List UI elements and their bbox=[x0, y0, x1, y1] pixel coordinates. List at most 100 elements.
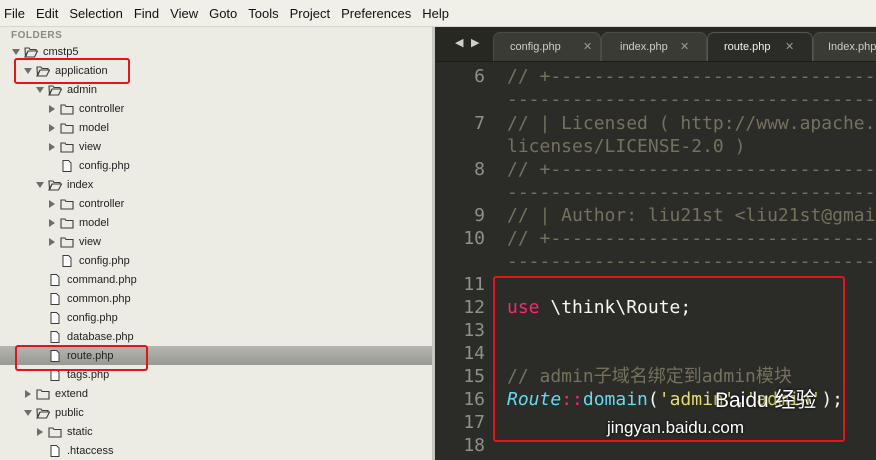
line-number: 9 bbox=[474, 205, 485, 226]
close-icon[interactable]: ✕ bbox=[583, 40, 592, 53]
code-line[interactable]: // +------------------------------------… bbox=[507, 227, 876, 250]
tree-item-label: command.php bbox=[67, 273, 137, 286]
collapsed-arrow-icon[interactable] bbox=[24, 389, 32, 398]
tree-item-label: config.php bbox=[79, 254, 130, 267]
collapsed-arrow-icon[interactable] bbox=[48, 123, 56, 132]
folder-open-icon bbox=[48, 84, 62, 96]
expanded-arrow-icon[interactable] bbox=[36, 86, 44, 94]
folder-open-icon bbox=[24, 46, 38, 58]
folder-icon bbox=[60, 122, 74, 134]
code-line[interactable]: ------------------------------------ bbox=[507, 88, 876, 111]
tree-folder[interactable]: view bbox=[0, 137, 432, 156]
line-number: 8 bbox=[474, 159, 485, 180]
tree-folder[interactable]: index bbox=[0, 175, 432, 194]
code-line[interactable]: // | Licensed ( http://www.apache.org/ bbox=[507, 112, 876, 135]
expanded-arrow-icon[interactable] bbox=[12, 48, 20, 56]
tree-folder[interactable]: static bbox=[0, 422, 432, 441]
tab-label: Index.php bbox=[828, 41, 876, 53]
code-line[interactable]: // | Author: liu21st <liu21st@gmail.com> bbox=[507, 204, 876, 227]
collapsed-arrow-icon[interactable] bbox=[48, 142, 56, 151]
tree-item-label: view bbox=[79, 140, 102, 153]
code-editor[interactable]: 6 7 8 9 10 11 12 13 14 15 16 17 18 // +-------------… bbox=[435, 62, 876, 460]
tree-item-label: extend bbox=[55, 387, 89, 400]
code-line[interactable]: licenses/LICENSE-2.0 ) bbox=[507, 135, 745, 158]
line-number: 13 bbox=[463, 320, 485, 341]
tree-item-label: view bbox=[79, 235, 102, 248]
folder-icon bbox=[60, 141, 74, 153]
menu-goto[interactable]: Goto bbox=[209, 6, 237, 21]
line-number: 6 bbox=[474, 66, 485, 87]
line-number: 15 bbox=[463, 366, 485, 387]
collapsed-arrow-icon[interactable] bbox=[48, 199, 56, 208]
file-icon bbox=[48, 444, 62, 457]
code-line[interactable]: ------------------------------------ bbox=[507, 250, 876, 273]
tree-item-label: public bbox=[55, 406, 84, 419]
tab-label: route.php bbox=[724, 41, 771, 53]
code-line[interactable]: // +------------------------------------… bbox=[507, 65, 876, 88]
tree-file[interactable]: config.php bbox=[0, 156, 432, 175]
close-icon[interactable]: ✕ bbox=[680, 40, 689, 53]
collapsed-arrow-icon[interactable] bbox=[48, 237, 56, 246]
menu-selection[interactable]: Selection bbox=[69, 6, 122, 21]
highlight-box-route-file bbox=[15, 345, 148, 371]
file-icon bbox=[48, 292, 62, 305]
file-icon bbox=[48, 330, 62, 343]
code-line[interactable]: ------------------------------------ bbox=[507, 181, 876, 204]
menu-help[interactable]: Help bbox=[422, 6, 449, 21]
collapsed-arrow-icon[interactable] bbox=[48, 104, 56, 113]
tree-folder[interactable]: model bbox=[0, 118, 432, 137]
sidebar: FOLDERS cmstp5 application admin controller… bbox=[0, 27, 432, 460]
tab-index-php[interactable]: index.php ✕ bbox=[601, 32, 707, 61]
menu-find[interactable]: Find bbox=[134, 6, 159, 21]
folder-icon bbox=[60, 236, 74, 248]
baidu-logo: Baidu 经验 bbox=[715, 389, 817, 412]
folders-header: FOLDERS bbox=[11, 30, 63, 41]
tree-folder[interactable]: view bbox=[0, 232, 432, 251]
tree-folder[interactable]: model bbox=[0, 213, 432, 232]
tab-scroll-right-icon[interactable]: ▶ bbox=[471, 36, 479, 49]
menu-file[interactable]: File bbox=[4, 6, 25, 21]
tab-bar: ◀ ▶ config.php ✕ index.php ✕ route.php ✕… bbox=[435, 27, 876, 62]
tree-folder[interactable]: public bbox=[0, 403, 432, 422]
tree-file[interactable]: command.php bbox=[0, 270, 432, 289]
tree-file[interactable]: database.php bbox=[0, 327, 432, 346]
tree-file[interactable]: common.php bbox=[0, 289, 432, 308]
tree-folder[interactable]: controller bbox=[0, 99, 432, 118]
folder-open-icon bbox=[36, 407, 50, 419]
folder-icon bbox=[60, 217, 74, 229]
menu-view[interactable]: View bbox=[170, 6, 198, 21]
code-line[interactable]: // +------------------------------------… bbox=[507, 158, 876, 181]
menu-edit[interactable]: Edit bbox=[36, 6, 58, 21]
tab-scroll-left-icon[interactable]: ◀ bbox=[455, 36, 463, 49]
tab-config-php[interactable]: config.php ✕ bbox=[493, 32, 601, 61]
expanded-arrow-icon[interactable] bbox=[36, 181, 44, 189]
tree-item-label: index bbox=[67, 178, 94, 191]
close-icon[interactable]: ✕ bbox=[785, 40, 794, 53]
menu-bar: File Edit Selection Find View Goto Tools… bbox=[0, 0, 876, 27]
collapsed-arrow-icon[interactable] bbox=[48, 218, 56, 227]
tab-route-php[interactable]: route.php ✕ bbox=[707, 32, 813, 61]
folder-icon bbox=[60, 103, 74, 115]
tree-item-label: cmstp5 bbox=[43, 45, 79, 58]
line-number: 10 bbox=[463, 228, 485, 249]
tab-Index-php[interactable]: Index.php bbox=[813, 32, 876, 61]
menu-project[interactable]: Project bbox=[290, 6, 330, 21]
expanded-arrow-icon[interactable] bbox=[24, 409, 32, 417]
tree-file[interactable]: .htaccess bbox=[0, 441, 432, 460]
menu-tools[interactable]: Tools bbox=[248, 6, 278, 21]
collapsed-arrow-icon[interactable] bbox=[36, 427, 44, 436]
folder-icon bbox=[36, 388, 50, 400]
tree-file[interactable]: config.php bbox=[0, 308, 432, 327]
tree-folder[interactable]: controller bbox=[0, 194, 432, 213]
menu-preferences[interactable]: Preferences bbox=[341, 6, 411, 21]
tree-folder[interactable]: extend bbox=[0, 384, 432, 403]
tree-file[interactable]: config.php bbox=[0, 251, 432, 270]
file-icon bbox=[60, 254, 74, 267]
highlight-box-application bbox=[14, 58, 130, 84]
tree-item-label: config.php bbox=[79, 159, 130, 172]
